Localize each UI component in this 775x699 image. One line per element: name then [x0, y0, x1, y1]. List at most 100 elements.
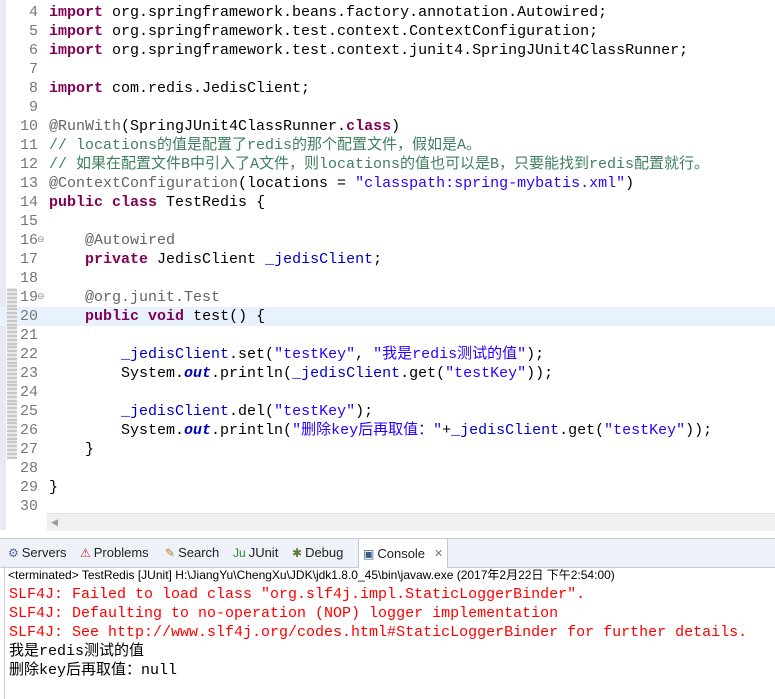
code-token: import [49, 42, 104, 59]
code-token: "我是redis测试的值" [373, 346, 527, 363]
tab-junit[interactable]: Ju JUnit [233, 539, 278, 567]
tab-label: Search [178, 545, 220, 560]
code-line[interactable]: 12 // 如果在配置文件B中引入了A文件，则locations的值也可以是B，只… [0, 155, 775, 174]
tab-label: Servers [21, 545, 67, 560]
code-line[interactable]: 22 _jedisClient.set("testKey", "我是redis测… [0, 345, 775, 364]
code-token: (SpringJUnit4ClassRunner. [121, 118, 347, 135]
line-number: 8 [28, 80, 38, 97]
horizontal-scrollbar[interactable]: ◀ [47, 513, 775, 531]
code-text: // 如果在配置文件B中引入了A文件，则locations的值也可以是B，只要能… [49, 155, 709, 174]
code-line[interactable]: 14 public class TestRedis { [0, 193, 775, 212]
code-line[interactable]: 29} [0, 478, 775, 497]
code-line[interactable]: 6 import org.springframework.test.context… [0, 41, 775, 60]
code-line[interactable]: 13 @ContextConfiguration(locations = "cla… [0, 174, 775, 193]
code-line[interactable]: 16 ⊖ @Autowired [0, 231, 775, 250]
tab-debug[interactable]: ✱ Debug [292, 539, 343, 567]
code-text: System.out.println(_jedisClient.get("tes… [49, 364, 553, 383]
code-line[interactable]: 4 import org.springframework.beans.factor… [0, 3, 775, 22]
code-token: ); [526, 346, 545, 363]
line-number: 4 [28, 4, 38, 21]
code-line[interactable]: 10 @RunWith(SpringJUnit4ClassRunner.class… [0, 117, 775, 136]
code-token: .del( [229, 403, 275, 420]
code-text: private JedisClient _jedisClient; [49, 250, 382, 269]
code-token: .get( [559, 422, 605, 439]
code-token: TestRedis { [157, 194, 266, 211]
code-token: out [184, 365, 212, 382]
view-tab-bar: ⚙ Servers ⚠ Problems ✎ Search Ju JUnit ✱ Debug ▣ Co… [0, 538, 775, 568]
tab-search[interactable]: ✎ Search [165, 539, 219, 567]
code-token: import [49, 23, 104, 40]
line-number: 11 [19, 137, 38, 154]
code-text: import org.springframework.test.context.… [49, 41, 688, 60]
tab-console[interactable]: ▣ Console ✕ [358, 538, 449, 568]
code-line[interactable]: 11 // locations的值是配置了redis的那个配置文件，假如是A。 [0, 136, 775, 155]
code-text: } [49, 440, 94, 459]
tab-problems[interactable]: ⚠ Problems [80, 539, 149, 567]
line-number: 15 [19, 213, 38, 230]
code-text: } [49, 478, 58, 497]
code-token: @RunWith [49, 118, 122, 135]
code-line[interactable]: 18 [0, 269, 775, 288]
code-token: "testKey" [445, 365, 527, 382]
code-token: _jedisClient [121, 346, 230, 363]
code-line[interactable]: 8 import com.redis.JedisClient; [0, 79, 775, 98]
line-number: 10 [19, 118, 38, 135]
code-text: _jedisClient.del("testKey"); [49, 402, 373, 421]
code-token: )); [526, 365, 554, 382]
junit-icon: Ju [233, 546, 246, 560]
code-token: } [49, 479, 59, 496]
console-error-line: SLF4J: Defaulting to no-operation (NOP) … [9, 605, 559, 622]
debug-icon: ✱ [292, 546, 303, 560]
code-token: ) [391, 118, 401, 135]
code-line[interactable]: 26 System.out.println("删除key后再取值："+_jedi… [0, 421, 775, 440]
code-line[interactable]: 5 import org.springframework.test.context… [0, 22, 775, 41]
code-token: test() { [184, 308, 266, 325]
code-line[interactable]: 9 [0, 98, 775, 117]
line-number: 26 [19, 422, 38, 439]
code-line[interactable]: 19 ⊖ @org.junit.Test [0, 288, 775, 307]
code-line[interactable]: 27 } [0, 440, 775, 459]
code-line[interactable]: 24 [0, 383, 775, 402]
code-text: @RunWith(SpringJUnit4ClassRunner.class) [49, 117, 400, 136]
code-line[interactable]: 23 System.out.println(_jedisClient.get("… [0, 364, 775, 383]
line-number: 6 [28, 42, 38, 59]
code-token: JedisClient [148, 251, 266, 268]
line-number: 9 [28, 99, 38, 116]
code-line[interactable]: 20 public void test() { [0, 307, 775, 326]
code-text: _jedisClient.set("testKey", "我是redis测试的值… [49, 345, 544, 364]
code-line[interactable]: 15 [0, 212, 775, 231]
code-token: @org.junit.Test [85, 289, 221, 306]
line-number: 17 [19, 251, 38, 268]
code-line[interactable]: 25 _jedisClient.del("testKey"); [0, 402, 775, 421]
code-token: } [49, 441, 95, 458]
scroll-left-icon[interactable]: ◀ [51, 517, 58, 528]
fold-toggle-icon[interactable]: ⊖ [37, 288, 45, 307]
code-token: class [112, 194, 158, 211]
line-number: 12 [19, 156, 38, 173]
code-line[interactable]: 21 [0, 326, 775, 345]
code-token: _jedisClient [265, 251, 374, 268]
line-number: 24 [19, 384, 38, 401]
code-editor[interactable]: 4 import org.springframework.beans.factor… [0, 0, 775, 531]
tab-servers[interactable]: ⚙ Servers [8, 539, 67, 567]
code-token: private [85, 251, 149, 268]
code-line[interactable]: 17 private JedisClient _jedisClient; [0, 250, 775, 269]
line-number: 16 [19, 232, 38, 249]
tab-label: Debug [305, 545, 344, 560]
code-token: import [49, 4, 104, 21]
tab-label: JUnit [248, 545, 279, 560]
console-status-header: <terminated> TestRedis [JUnit] H:\JiangY… [8, 568, 615, 582]
code-line[interactable]: 28 [0, 459, 775, 478]
close-icon[interactable]: ✕ [434, 540, 443, 568]
code-line[interactable]: 7 [0, 60, 775, 79]
fold-toggle-icon[interactable]: ⊖ [37, 231, 45, 250]
console-output-line: 删除key后再取值：null [9, 662, 178, 679]
code-token: @Autowired [85, 232, 176, 249]
code-token: "testKey" [274, 346, 356, 363]
line-number: 21 [19, 327, 38, 344]
